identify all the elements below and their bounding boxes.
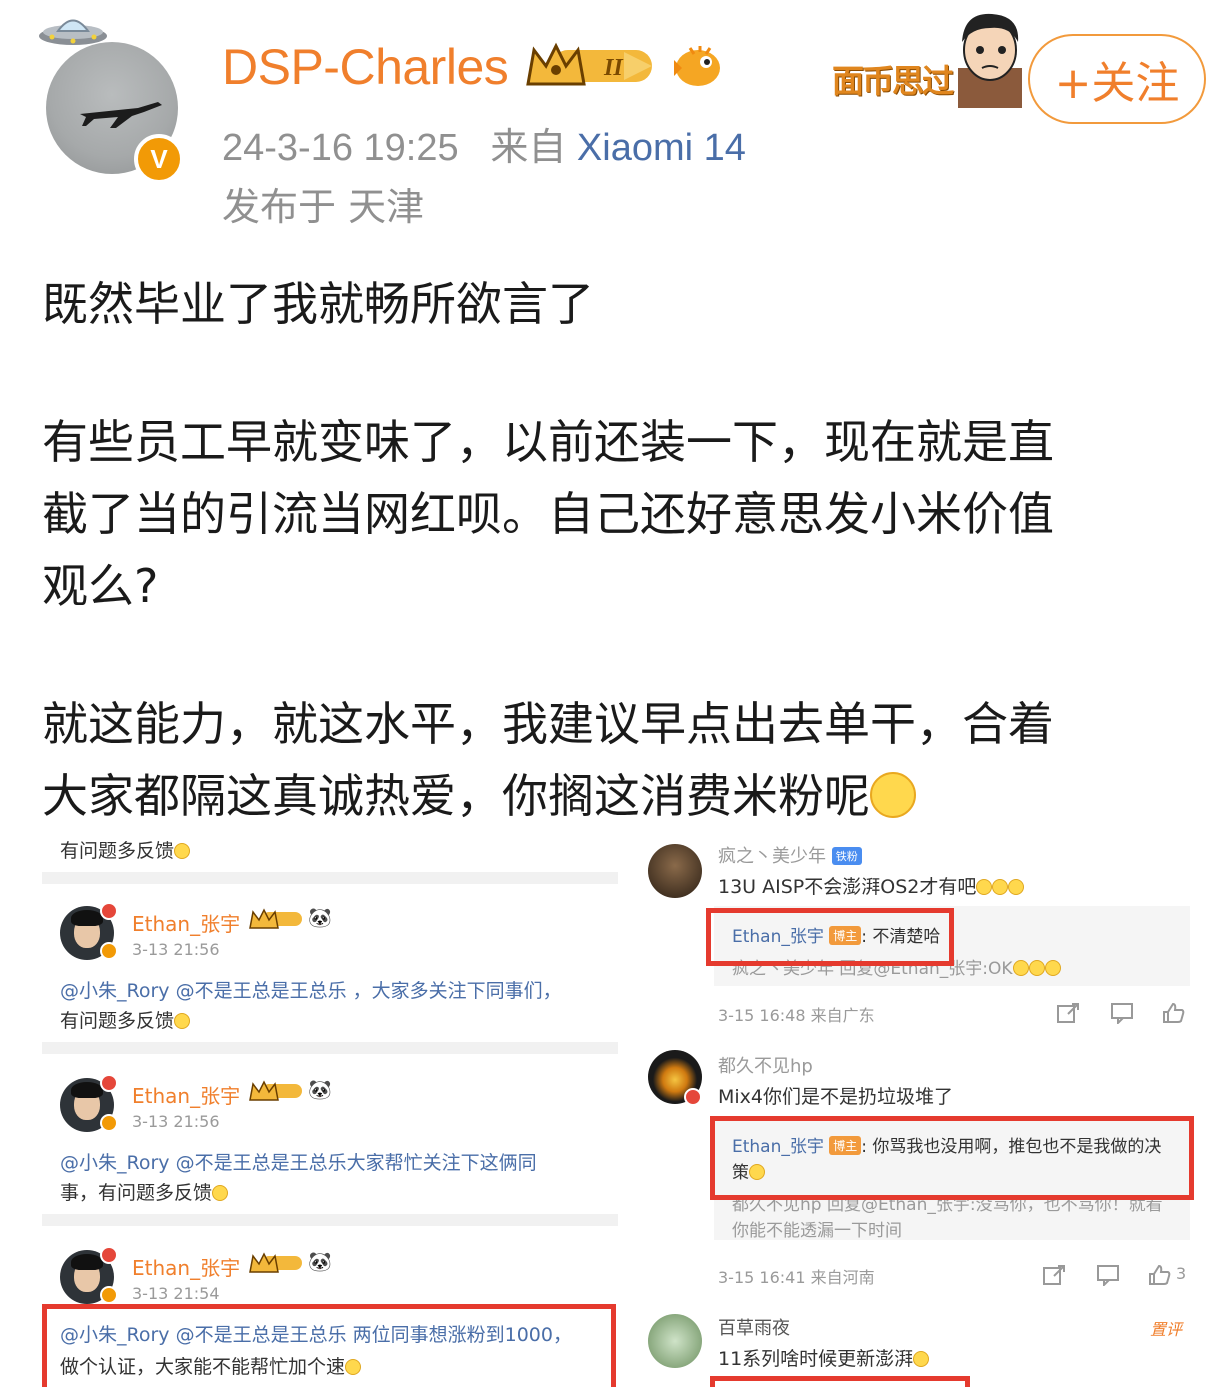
comment-text: 事，有问题多反馈 xyxy=(60,1178,229,1205)
emoji-icon xyxy=(174,843,191,859)
emoji-icon xyxy=(976,879,993,895)
sticker-caption: 面币思过 xyxy=(832,62,954,100)
comment-meta: 3-15 16:41 来自河南 xyxy=(718,1268,875,1287)
post-meta: 24-3-16 19:25 来自 Xiaomi 14 xyxy=(222,116,746,171)
vip-crown-badge-icon xyxy=(249,908,302,929)
verified-dot-icon xyxy=(100,902,118,920)
highlight-box xyxy=(42,1304,616,1387)
post-paragraph-2: 有些员工早就变味了，以前还装一下，现在就是直 截了当的引流当网红呗。自己还好意思… xyxy=(42,406,1054,622)
commenter-name[interactable]: Ethan_张宇 xyxy=(132,1252,240,1281)
separator xyxy=(42,872,618,884)
fan-tag: 铁粉 xyxy=(831,847,862,865)
username[interactable]: DSP-Charles xyxy=(222,38,509,96)
like-icon[interactable] xyxy=(1148,1264,1172,1286)
commenter-name[interactable]: 都久不见hp xyxy=(718,1052,813,1078)
vip-crown-badge-icon xyxy=(249,1252,302,1273)
post-line: 大家都隔这真诚热爱，你搁这消费米粉呢 xyxy=(42,769,870,823)
separator xyxy=(42,1042,618,1054)
reply-text: 你能不能透漏一下时间 xyxy=(732,1221,902,1241)
verified-badge-icon: V xyxy=(134,134,184,184)
post-location: 发布于 天津 xyxy=(222,185,425,229)
panda-icon: 🐼 xyxy=(308,1251,332,1273)
post-paragraph-1: 既然毕业了我就畅所欲言了 xyxy=(42,268,594,340)
post-line-with-emoji: 大家都隔这真诚热爱，你搁这消费米粉呢 xyxy=(42,760,1054,832)
comment-time: 3-13 21:56 xyxy=(132,940,220,959)
comment-time: 3-13 21:54 xyxy=(132,1284,220,1303)
commenter-avatar[interactable] xyxy=(648,844,702,898)
post-line: 就这能力，就这水平，我建议早点出去单干，合着 xyxy=(42,697,1054,751)
separator xyxy=(42,1214,618,1226)
cartoon-sticker-icon xyxy=(958,13,1022,108)
comment-icon[interactable] xyxy=(1110,1002,1134,1024)
commenter-name[interactable]: 百草雨夜 xyxy=(718,1314,790,1340)
highlight-box xyxy=(706,908,954,966)
featured-label: 置评 xyxy=(1150,1320,1183,1339)
comment-text: 11系列啥时候更新澎湃 xyxy=(718,1344,930,1371)
vip-crown-badge-icon xyxy=(249,1080,302,1101)
emoji-icon xyxy=(212,1185,229,1201)
share-icon[interactable] xyxy=(1042,1264,1066,1286)
comment-icon[interactable] xyxy=(1096,1264,1120,1286)
emoji-icon xyxy=(1028,960,1045,976)
source-prefix: 来自 xyxy=(490,127,567,169)
highlight-box xyxy=(710,1116,1194,1200)
smirk-emoji-icon xyxy=(870,772,916,818)
commenter-name[interactable]: 疯之丶美少年 铁粉 xyxy=(718,842,862,868)
follow-button[interactable]: +关注 xyxy=(1028,34,1206,124)
emoji-icon xyxy=(174,1013,191,1029)
post-line: 有些员工早就变味了，以前还装一下，现在就是直 xyxy=(42,415,1054,469)
emoji-icon xyxy=(1012,960,1029,976)
comment-meta: 3-15 16:48 来自广东 xyxy=(718,1006,875,1025)
commenter-avatar[interactable] xyxy=(648,1314,702,1368)
like-icon[interactable] xyxy=(1162,1002,1186,1024)
highlight-box xyxy=(710,1376,970,1387)
post-timestamp: 24-3-16 19:25 xyxy=(222,127,459,169)
verified-dot-icon xyxy=(100,1074,118,1092)
embedded-screenshot-left: 有问题多反馈 Ethan_张宇 🐼 3-13 21:56 @小朱_Rory @不… xyxy=(42,826,618,1387)
comment-text: 13U AISP不会澎湃OS2才有吧 xyxy=(718,872,1025,899)
device-link[interactable]: Xiaomi 14 xyxy=(577,127,746,169)
comment-text: Mix4你们是不是扔垃圾堆了 xyxy=(718,1086,954,1108)
like-count: 3 xyxy=(1176,1264,1187,1283)
post-paragraph-3: 就这能力，就这水平，我建议早点出去单干，合着 大家都隔这真诚热爱，你搁这消费米粉… xyxy=(42,688,1054,832)
verified-dot-icon xyxy=(684,1088,702,1106)
emoji-icon xyxy=(1008,879,1025,895)
comment-time: 3-13 21:56 xyxy=(132,1112,220,1131)
panda-icon: 🐼 xyxy=(308,907,332,929)
emoji-icon xyxy=(992,879,1009,895)
panda-icon: 🐼 xyxy=(308,1079,332,1101)
comment-text: 有问题多反馈 xyxy=(60,836,191,863)
verified-badge-icon xyxy=(100,1286,118,1304)
verified-dot-icon xyxy=(100,1246,118,1264)
vip-crown-badge-icon: II xyxy=(526,42,652,86)
post-line: 既然毕业了我就畅所欲言了 xyxy=(42,277,594,331)
emoji-icon xyxy=(1044,960,1061,976)
post-line: 观么? xyxy=(42,559,159,613)
pufferfish-icon xyxy=(674,46,720,86)
comment-text: @小朱_Rory @不是王总是王总乐 ，大家多关注下同事们， xyxy=(60,980,562,1002)
emoji-icon xyxy=(913,1351,930,1367)
embedded-screenshot-right: 疯之丶美少年 铁粉 13U AISP不会澎湃OS2才有吧 Ethan_张宇 博主… xyxy=(640,836,1206,1387)
commenter-name[interactable]: Ethan_张宇 xyxy=(132,908,240,937)
comment-text: @小朱_Rory @不是王总是王总乐大家帮忙关注下这俩同 xyxy=(60,1152,537,1174)
verified-badge-icon xyxy=(100,1114,118,1132)
verified-badge-icon xyxy=(100,942,118,960)
share-icon[interactable] xyxy=(1056,1002,1080,1024)
commenter-name[interactable]: Ethan_张宇 xyxy=(132,1080,240,1109)
svg-text:II: II xyxy=(603,55,624,81)
post-line: 截了当的引流当网红呗。自己还好意思发小米价值 xyxy=(42,487,1054,541)
comment-text: 有问题多反馈 xyxy=(60,1006,191,1033)
